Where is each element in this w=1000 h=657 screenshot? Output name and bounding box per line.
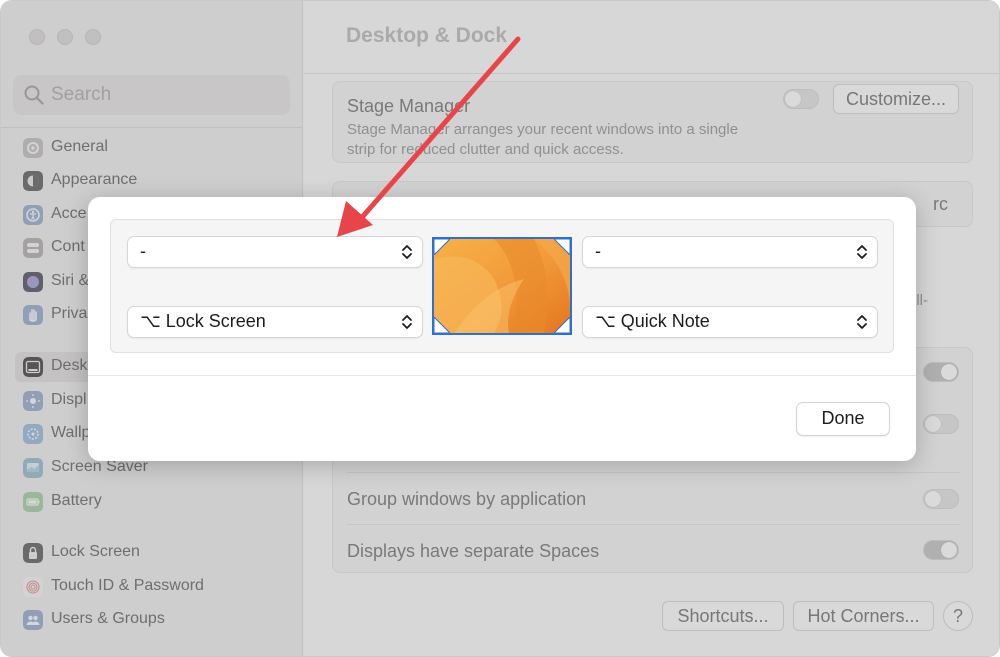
top-left-corner-select[interactable]: - (128, 237, 422, 267)
dialog-divider (88, 375, 916, 376)
select-value: ⌥ Quick Note (595, 311, 710, 331)
hot-corners-dialog: - ⌥ Lock Screen - ⌥ Quick Note Done (88, 197, 916, 461)
bottom-right-corner-select[interactable]: ⌥ Quick Note (583, 307, 877, 337)
done-button[interactable]: Done (797, 403, 889, 435)
desktop-preview (432, 237, 572, 335)
corner-marker-icon (434, 317, 450, 333)
corner-marker-icon (554, 317, 570, 333)
select-value: - (595, 241, 601, 261)
select-value: - (140, 241, 146, 261)
chevron-up-down-icon (402, 315, 412, 329)
bottom-left-corner-select[interactable]: ⌥ Lock Screen (128, 307, 422, 337)
top-right-corner-select[interactable]: - (583, 237, 877, 267)
chevron-up-down-icon (857, 315, 867, 329)
chevron-up-down-icon (857, 245, 867, 259)
chevron-up-down-icon (402, 245, 412, 259)
hot-corners-panel: - ⌥ Lock Screen - ⌥ Quick Note (110, 219, 894, 353)
corner-marker-icon (434, 239, 450, 255)
corner-marker-icon (554, 239, 570, 255)
wallpaper-image (434, 239, 570, 333)
system-settings-window: Search General Appearance Acce Cont Siri… (0, 0, 1000, 657)
select-value: ⌥ Lock Screen (140, 311, 266, 331)
